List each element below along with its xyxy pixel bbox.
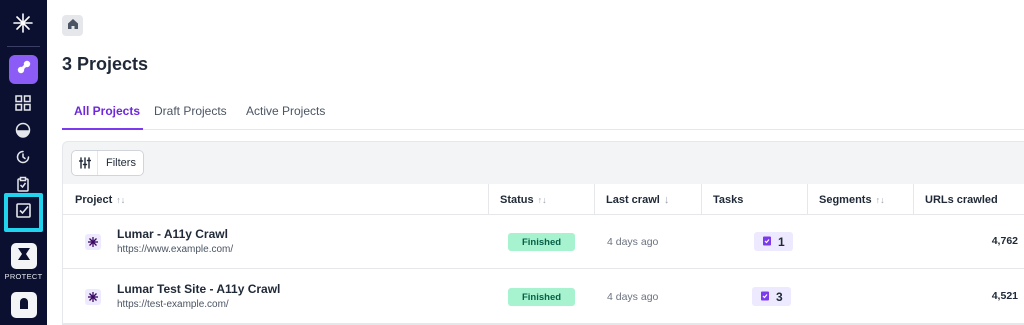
bottom-app-button[interactable] (11, 292, 37, 318)
bell-icon (17, 296, 31, 315)
project-name-link[interactable]: Lumar Test Site - A11y Crawl (117, 282, 280, 296)
sidebar: PROTECT (0, 0, 47, 325)
filters-button[interactable]: Filters (71, 150, 144, 176)
column-header-segments[interactable]: Segments ↑↓ (807, 184, 885, 215)
projects-table: Project ↑↓ Status ↑↓ Last crawl ↓ Tasks Seg… (63, 184, 1024, 324)
gauge-icon[interactable] (12, 119, 34, 141)
column-header-last-crawl[interactable]: Last crawl ↓ (594, 184, 669, 215)
project-tabs: All Projects Draft Projects Active Proje… (62, 100, 1024, 130)
tasks-chip[interactable]: 1 (754, 232, 793, 251)
projects-panel: Filters Project ↑↓ Status ↑↓ Last crawl ↓ T… (62, 141, 1024, 325)
lumar-logo-icon[interactable] (12, 12, 34, 34)
column-header-status[interactable]: Status ↑↓ (488, 184, 547, 215)
status-badge: Finished (508, 288, 575, 306)
task-clipboard-icon (760, 288, 770, 306)
urls-crawled-value: 4,521 (991, 290, 1018, 302)
project-name-link[interactable]: Lumar - A11y Crawl (117, 227, 228, 241)
breadcrumb-home[interactable] (62, 15, 83, 36)
tab-active-projects[interactable]: Active Projects (246, 104, 325, 118)
protect-icon (17, 247, 31, 266)
project-url: https://test-example.com/ (117, 299, 229, 310)
main-content: 3 Projects All Projects Draft Projects A… (47, 0, 1024, 325)
last-crawl-value: 4 days ago (607, 291, 659, 303)
tasks-count: 1 (778, 234, 785, 249)
status-badge: Finished (508, 233, 575, 251)
column-header-urls-crawled[interactable]: URLs crawled (913, 184, 998, 215)
project-icon (85, 289, 101, 305)
sliders-icon (72, 151, 98, 175)
table-row[interactable]: Lumar - A11y Crawl https://www.example.c… (63, 215, 1024, 269)
protect-label: PROTECT (4, 272, 43, 281)
history-icon[interactable] (12, 146, 34, 168)
tasks-count: 3 (776, 289, 783, 304)
table-row[interactable]: Lumar Test Site - A11y Crawl https://tes… (63, 270, 1024, 324)
app-switch-icon (16, 59, 32, 80)
tasks-nav-item-active[interactable] (4, 193, 43, 232)
protect-app-button[interactable] (11, 243, 37, 269)
app-switch-button[interactable] (9, 55, 38, 84)
home-icon (67, 17, 79, 35)
column-header-tasks: Tasks (713, 193, 744, 206)
active-tab-indicator (62, 128, 143, 130)
tab-draft-projects[interactable]: Draft Projects (154, 104, 227, 118)
sidebar-divider (7, 46, 40, 47)
table-header: Project ↑↓ Status ↑↓ Last crawl ↓ Tasks Seg… (63, 184, 1024, 215)
page-title: 3 Projects (62, 54, 149, 74)
filters-label: Filters (106, 157, 136, 169)
sort-icon: ↑↓ (116, 194, 126, 205)
task-clipboard-icon (762, 233, 772, 251)
column-header-project[interactable]: Project ↑↓ (63, 184, 125, 215)
sort-icon: ↑↓ (537, 194, 547, 205)
tasks-chip[interactable]: 3 (752, 287, 791, 306)
last-crawl-value: 4 days ago (607, 236, 659, 248)
dashboard-grid-icon[interactable] (12, 92, 34, 114)
project-icon (85, 234, 101, 250)
project-url: https://www.example.com/ (117, 244, 234, 255)
clipboard-icon[interactable] (12, 173, 34, 195)
urls-crawled-value: 4,762 (991, 235, 1018, 247)
tab-all-projects[interactable]: All Projects (74, 104, 140, 118)
sort-desc-icon: ↓ (663, 193, 670, 206)
sort-icon: ↑↓ (875, 194, 885, 205)
checkbox-icon (15, 202, 32, 224)
